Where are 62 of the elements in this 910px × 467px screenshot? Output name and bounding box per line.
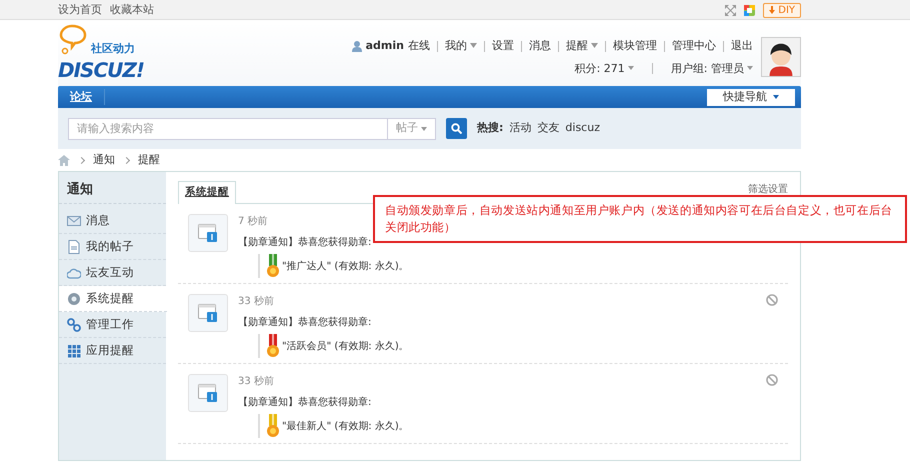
notice-time: 33 秒前: [238, 374, 274, 389]
nav-link[interactable]: 论坛: [58, 88, 105, 106]
medal-text: "推广达人" (有效期: 永久)。: [282, 260, 409, 274]
hot-search-link[interactable]: 交友: [537, 120, 560, 137]
user-icon: [352, 40, 362, 52]
header-link[interactable]: 我的: [445, 38, 477, 54]
header-link[interactable]: 管理中心: [672, 38, 716, 54]
info-window-icon: [198, 224, 218, 242]
sidebar-item[interactable]: 我的帖子: [59, 234, 166, 260]
envelope-icon: [67, 214, 81, 228]
breadcrumb-link[interactable]: 通知: [93, 152, 115, 168]
usergroup-link[interactable]: 用户组: 管理员: [670, 60, 753, 77]
avatar: [761, 37, 801, 77]
username-link[interactable]: admin: [366, 38, 404, 54]
logo-bubble-icon: [58, 24, 88, 56]
sidebar-item[interactable]: 应用提醒: [59, 338, 166, 364]
download-icon: [769, 6, 776, 14]
quick-nav-button[interactable]: 快捷导航: [707, 88, 795, 106]
notice-text: 【勋章通知】恭喜您获得勋章:: [238, 236, 372, 250]
hot-search-link[interactable]: discuz: [565, 120, 600, 137]
search-field[interactable]: 请输入搜索内容: [68, 118, 388, 140]
medal-text: "最佳新人" (有效期: 永久)。: [282, 420, 409, 434]
annotation-callout: 自动颁发勋章后，自动发送站内通知至用户账户内（发送的通知内容可在后台自定义，也可在后台关闭此功能）: [373, 195, 907, 243]
grid-icon: [67, 344, 81, 358]
breadcrumb-link[interactable]: 提醒: [138, 152, 160, 168]
points-link[interactable]: 积分: 271: [574, 60, 634, 77]
top-link[interactable]: 收藏本站: [110, 2, 154, 18]
header-link[interactable]: 模块管理: [613, 38, 657, 54]
delete-icon[interactable]: [766, 374, 778, 386]
header-link[interactable]: 设置: [492, 38, 514, 54]
link-icon: [67, 318, 81, 332]
delete-icon[interactable]: [766, 294, 778, 306]
medal-text: "活跃会员" (有效期: 永久)。: [282, 340, 409, 354]
home-icon: [58, 154, 70, 166]
fullscreen-icon: [725, 4, 736, 16]
notice-text: 【勋章通知】恭喜您获得勋章:: [238, 396, 372, 410]
filter-settings-link[interactable]: 筛选设置: [748, 182, 788, 197]
info-window-icon: [198, 384, 218, 402]
sidebar-title: 通知: [59, 172, 166, 204]
info-window-icon: [198, 304, 218, 322]
sidebar-item[interactable]: 消息: [59, 208, 166, 234]
header-link[interactable]: 提醒: [566, 38, 598, 54]
notice-time: 7 秒前: [238, 214, 268, 229]
hot-search-label: 热搜:: [477, 120, 504, 136]
top-link[interactable]: 设为首页: [58, 2, 102, 18]
search-button[interactable]: [446, 118, 467, 139]
tab[interactable]: 系统提醒: [178, 181, 236, 204]
online-status: 在线: [408, 38, 430, 54]
document-icon: [67, 240, 81, 254]
header-link[interactable]: 消息: [529, 38, 551, 54]
notice-time: 33 秒前: [238, 294, 274, 309]
notice-text: 【勋章通知】恭喜您获得勋章:: [238, 316, 372, 330]
search-icon: [451, 123, 462, 134]
gear-icon: [67, 292, 81, 306]
header-link[interactable]: 退出: [731, 38, 753, 54]
sidebar-item[interactable]: 系统提醒: [59, 286, 167, 312]
cloud-icon: [67, 266, 81, 280]
hot-search-link[interactable]: 活动: [509, 120, 532, 137]
logo-wordmark: DISCUZ!: [58, 57, 144, 84]
sidebar-item[interactable]: 管理工作: [59, 312, 166, 338]
logo-tagline: 社区动力: [91, 41, 135, 57]
palette-icon: [744, 4, 756, 16]
